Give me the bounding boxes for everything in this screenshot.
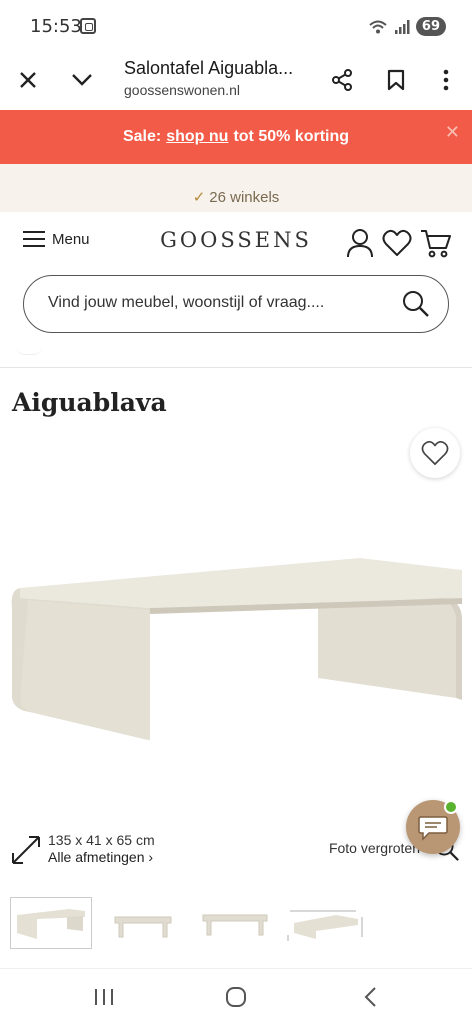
resize-icon <box>12 836 40 864</box>
search-input[interactable]: Vind jouw meubel, woonstijl of vraag.... <box>23 275 449 333</box>
heart-icon <box>421 440 449 465</box>
menu-label: Menu <box>52 230 90 248</box>
thumbnail[interactable] <box>10 897 92 949</box>
system-nav-bar <box>0 968 472 1024</box>
search-placeholder: Vind jouw meubel, woonstijl of vraag.... <box>48 294 325 311</box>
favorite-button[interactable] <box>410 428 460 478</box>
all-dimensions-link[interactable]: Alle afmetingen › <box>48 849 155 866</box>
back-icon[interactable] <box>352 983 388 1011</box>
page-url[interactable]: goossenswonen.nl <box>124 82 240 98</box>
chat-icon <box>418 816 448 841</box>
header-icons <box>346 228 452 258</box>
all-dimensions-label: Alle afmetingen <box>48 849 145 865</box>
product-title: Aiguablava <box>12 388 167 417</box>
signal-icon <box>394 19 410 34</box>
store-count: ✓ 26 winkels <box>0 188 472 206</box>
menu-button[interactable]: Menu <box>22 230 90 248</box>
account-icon[interactable] <box>346 228 374 258</box>
chat-button[interactable] <box>406 800 460 854</box>
sale-prefix: Sale: <box>122 128 162 145</box>
promo-strip: ✓ 26 winkels <box>0 164 472 212</box>
screenshot-icon <box>80 18 96 34</box>
status-bar: 15:53 69 <box>0 0 472 54</box>
home-icon[interactable] <box>218 983 254 1011</box>
status-icons: 69 <box>368 17 446 36</box>
chevron-right-icon: › <box>148 849 154 865</box>
status-time: 15:53 <box>30 16 82 37</box>
search-icon[interactable] <box>402 290 430 318</box>
online-indicator <box>444 800 458 814</box>
check-icon: ✓ <box>192 189 206 206</box>
chevron-down-icon[interactable] <box>64 62 100 98</box>
close-icon[interactable] <box>10 62 46 98</box>
heart-icon[interactable] <box>382 229 412 257</box>
recent-apps-icon[interactable] <box>86 983 122 1011</box>
hamburger-icon <box>23 231 45 247</box>
wifi-icon <box>369 20 387 33</box>
cart-icon[interactable] <box>420 228 452 258</box>
site-header: GOOSSENS Menu <box>0 212 472 270</box>
divider <box>0 346 472 368</box>
store-count-label: 26 winkels <box>209 189 280 206</box>
thumbnail-strip <box>10 897 368 949</box>
bookmark-icon[interactable] <box>378 62 414 98</box>
more-vertical-icon[interactable] <box>428 62 464 98</box>
dimensions-value: 135 x 41 x 65 cm <box>48 832 155 848</box>
sale-suffix: tot 50% korting <box>233 128 350 145</box>
browser-toolbar: Salontafel Aiguabla... goossenswonen.nl <box>0 54 472 110</box>
close-icon[interactable]: ✕ <box>445 122 460 143</box>
thumbnail[interactable] <box>286 897 368 949</box>
thumbnail[interactable] <box>102 897 184 949</box>
battery-icon: 69 <box>415 17 446 36</box>
page-title[interactable]: Salontafel Aiguabla... <box>124 58 293 79</box>
thumbnail[interactable] <box>194 897 276 949</box>
sale-banner: Sale: shop nu tot 50% korting ✕ <box>0 110 472 164</box>
shop-now-link[interactable]: shop nu <box>166 128 228 146</box>
product-image[interactable] <box>0 548 472 748</box>
zoom-photo-label[interactable]: Foto vergroten <box>329 840 420 856</box>
share-icon[interactable] <box>324 62 360 98</box>
